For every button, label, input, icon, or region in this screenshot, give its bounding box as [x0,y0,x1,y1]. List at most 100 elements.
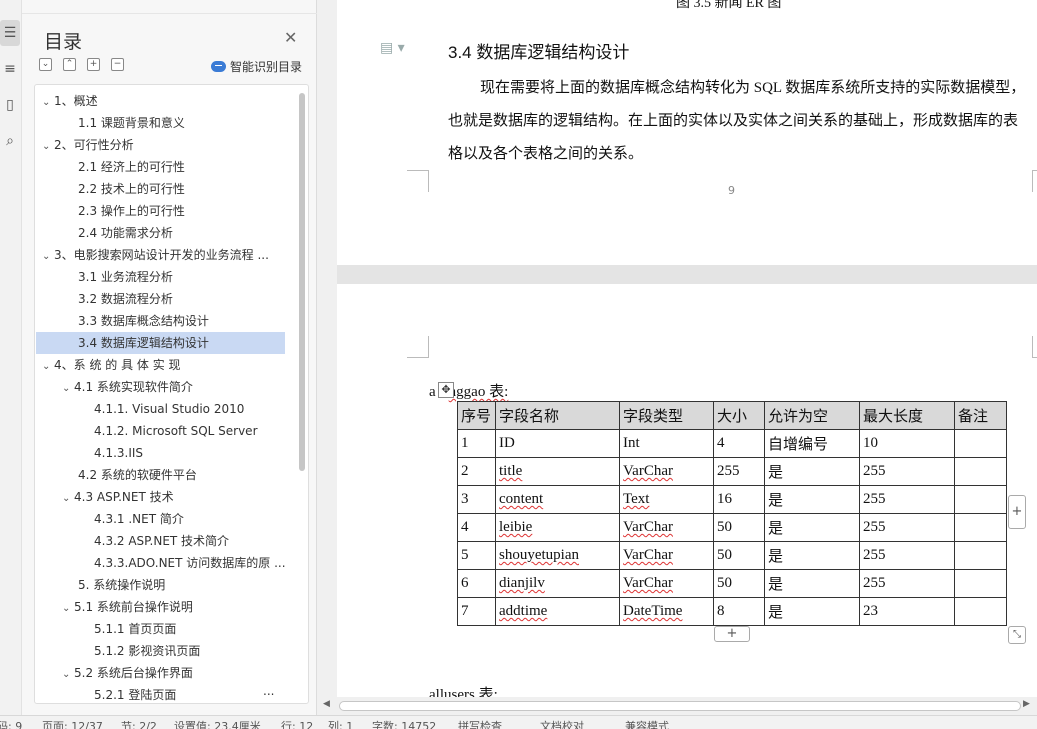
toc-item[interactable]: 5.1.2 影视资讯页面 [36,640,285,662]
table-header-cell[interactable]: 允许为空 [764,401,860,430]
table-cell[interactable]: 50 [713,569,765,598]
toc-item[interactable]: 2.4 功能需求分析 [36,222,285,244]
table-cell[interactable]: Text [619,485,714,514]
table-cell[interactable]: content [495,485,620,514]
toc-item[interactable]: ⌄ 5.2 系统后台操作界面 [36,662,285,684]
toc-item[interactable]: 4.1.3.IIS [36,442,285,464]
table-cell[interactable]: Int [619,429,714,458]
table-cell[interactable] [954,457,1007,486]
toc-item[interactable]: ⌄ 4.1 系统实现软件简介 [36,376,285,398]
toc-item[interactable]: 4.3.1 .NET 简介 [36,508,285,530]
toc-item[interactable]: 2.2 技术上的可行性 [36,178,285,200]
table-cell[interactable]: 5 [457,541,496,570]
table-cell[interactable]: 23 [859,597,955,626]
table-header-cell[interactable]: 最大长度 [859,401,955,430]
status-item[interactable]: 兼容模式 [625,718,669,729]
horizontal-scrollbar[interactable]: ◀ ▶ [317,697,1037,715]
toc-icon[interactable]: ☰ [0,20,20,46]
table-cell[interactable]: 是 [764,597,860,626]
table-cell[interactable]: 16 [713,485,765,514]
horizontal-scroll-thumb[interactable] [339,701,1021,711]
table-cell[interactable]: addtime [495,597,620,626]
table-cell[interactable]: VarChar [619,541,714,570]
table-cell[interactable]: 255 [859,569,955,598]
table-header-cell[interactable]: 大小 [713,401,765,430]
collapse-all-icon[interactable]: ⌄ [39,58,52,71]
table-cell[interactable]: VarChar [619,569,714,598]
toc-item[interactable]: 4.3.2 ASP.NET 技术简介 [36,530,285,552]
table-cell[interactable] [954,541,1007,570]
table-cell[interactable]: 255 [859,513,955,542]
toc-item[interactable]: 5.2.1 登陆页面 [36,684,285,703]
table-cell[interactable]: ID [495,429,620,458]
scroll-right-icon[interactable]: ▶ [1023,699,1030,709]
add-item-icon[interactable]: + [87,58,100,71]
table-cell[interactable]: 4 [457,513,496,542]
table-resize-icon[interactable]: ⤡ [1008,626,1026,644]
chevron-down-icon[interactable]: ⌄ [62,598,74,618]
table-cell[interactable]: 255 [859,541,955,570]
expand-up-icon[interactable]: ⌃ [63,58,76,71]
table-cell[interactable]: 6 [457,569,496,598]
table-cell[interactable]: 是 [764,457,860,486]
table-cell[interactable]: 是 [764,569,860,598]
table-cell[interactable]: DateTime [619,597,714,626]
table-cell[interactable]: 7 [457,597,496,626]
chevron-down-icon[interactable]: ⌄ [62,664,74,684]
toc-item[interactable]: 4.3.3.ADO.NET 访问数据库的原 ... [36,552,285,574]
chevron-down-icon[interactable]: ⌄ [62,378,74,398]
table-cell[interactable]: 是 [764,485,860,514]
toc-item[interactable]: 5. 系统操作说明 [36,574,285,596]
chevron-down-icon[interactable]: ⌄ [62,488,74,508]
close-icon[interactable]: ✕ [284,28,297,47]
table-header-cell[interactable]: 备注 [954,401,1007,430]
toc-item[interactable]: 4.1.1. Visual Studio 2010 [36,398,285,420]
toc-item[interactable]: 3.3 数据库概念结构设计 [36,310,285,332]
table-cell[interactable]: 3 [457,485,496,514]
toc-item[interactable]: 4.1.2. Microsoft SQL Server [36,420,285,442]
table-cell[interactable] [954,597,1007,626]
toc-item[interactable]: ⌄ 4.3 ASP.NET 技术 [36,486,285,508]
table-header-cell[interactable]: 字段类型 [619,401,714,430]
table-cell[interactable]: 50 [713,541,765,570]
bookmark-icon[interactable]: ▯ [0,92,20,118]
table-cell[interactable] [954,569,1007,598]
toc-item[interactable]: ⌄ 5.1 系统前台操作说明 [36,596,285,618]
search-icon[interactable]: ⌕ [0,128,20,154]
status-item[interactable]: 文档校对 [540,718,584,729]
table-cell[interactable]: 是 [764,513,860,542]
table-header-cell[interactable]: 字段名称 [495,401,620,430]
status-item[interactable]: 拼写检查 [458,718,502,729]
table-cell[interactable]: 是 [764,541,860,570]
table-cell[interactable] [954,485,1007,514]
table-cell[interactable]: title [495,457,620,486]
table-cell[interactable]: VarChar [619,457,714,486]
chevron-down-icon[interactable]: ⌄ [42,246,54,266]
add-row-button[interactable]: + [714,626,750,642]
toc-item[interactable]: 1.1 课题背景和意义 [36,112,285,134]
toc-item[interactable]: 4.2 系统的软硬件平台 [36,464,285,486]
table-header-cell[interactable]: 序号 [457,401,496,430]
table-move-handle[interactable]: ✥ [438,382,454,398]
table-cell[interactable]: 自增编号 [764,429,860,458]
toc-item[interactable]: 2.3 操作上的可行性 [36,200,285,222]
table-cell[interactable]: dianjilv [495,569,620,598]
toc-item[interactable]: ⌄ 3、电影搜索网站设计开发的业务流程 ... [36,244,285,266]
table-cell[interactable]: 255 [859,457,955,486]
doc-options-icon[interactable]: ▤ ▾ [380,40,405,56]
add-column-button[interactable]: + [1008,495,1026,529]
scroll-left-icon[interactable]: ◀ [323,699,330,709]
smart-toc-button[interactable]: 智能识别目录 [211,58,302,75]
table-cell[interactable]: 255 [859,485,955,514]
table-cell[interactable] [954,513,1007,542]
toc-item[interactable]: ⌄ 4、系 统 的 具 体 实 现 [36,354,285,376]
toc-item[interactable]: ⌄ 1、概述 [36,90,285,112]
toc-item[interactable]: 3.4 数据库逻辑结构设计 [36,332,285,354]
table-cell[interactable]: 255 [713,457,765,486]
toc-item[interactable]: 3.2 数据流程分析 [36,288,285,310]
table-cell[interactable]: leibie [495,513,620,542]
chevron-down-icon[interactable]: ⌄ [42,136,54,156]
toc-scrollbar[interactable] [299,93,305,471]
table-cell[interactable] [954,429,1007,458]
table-cell[interactable]: VarChar [619,513,714,542]
